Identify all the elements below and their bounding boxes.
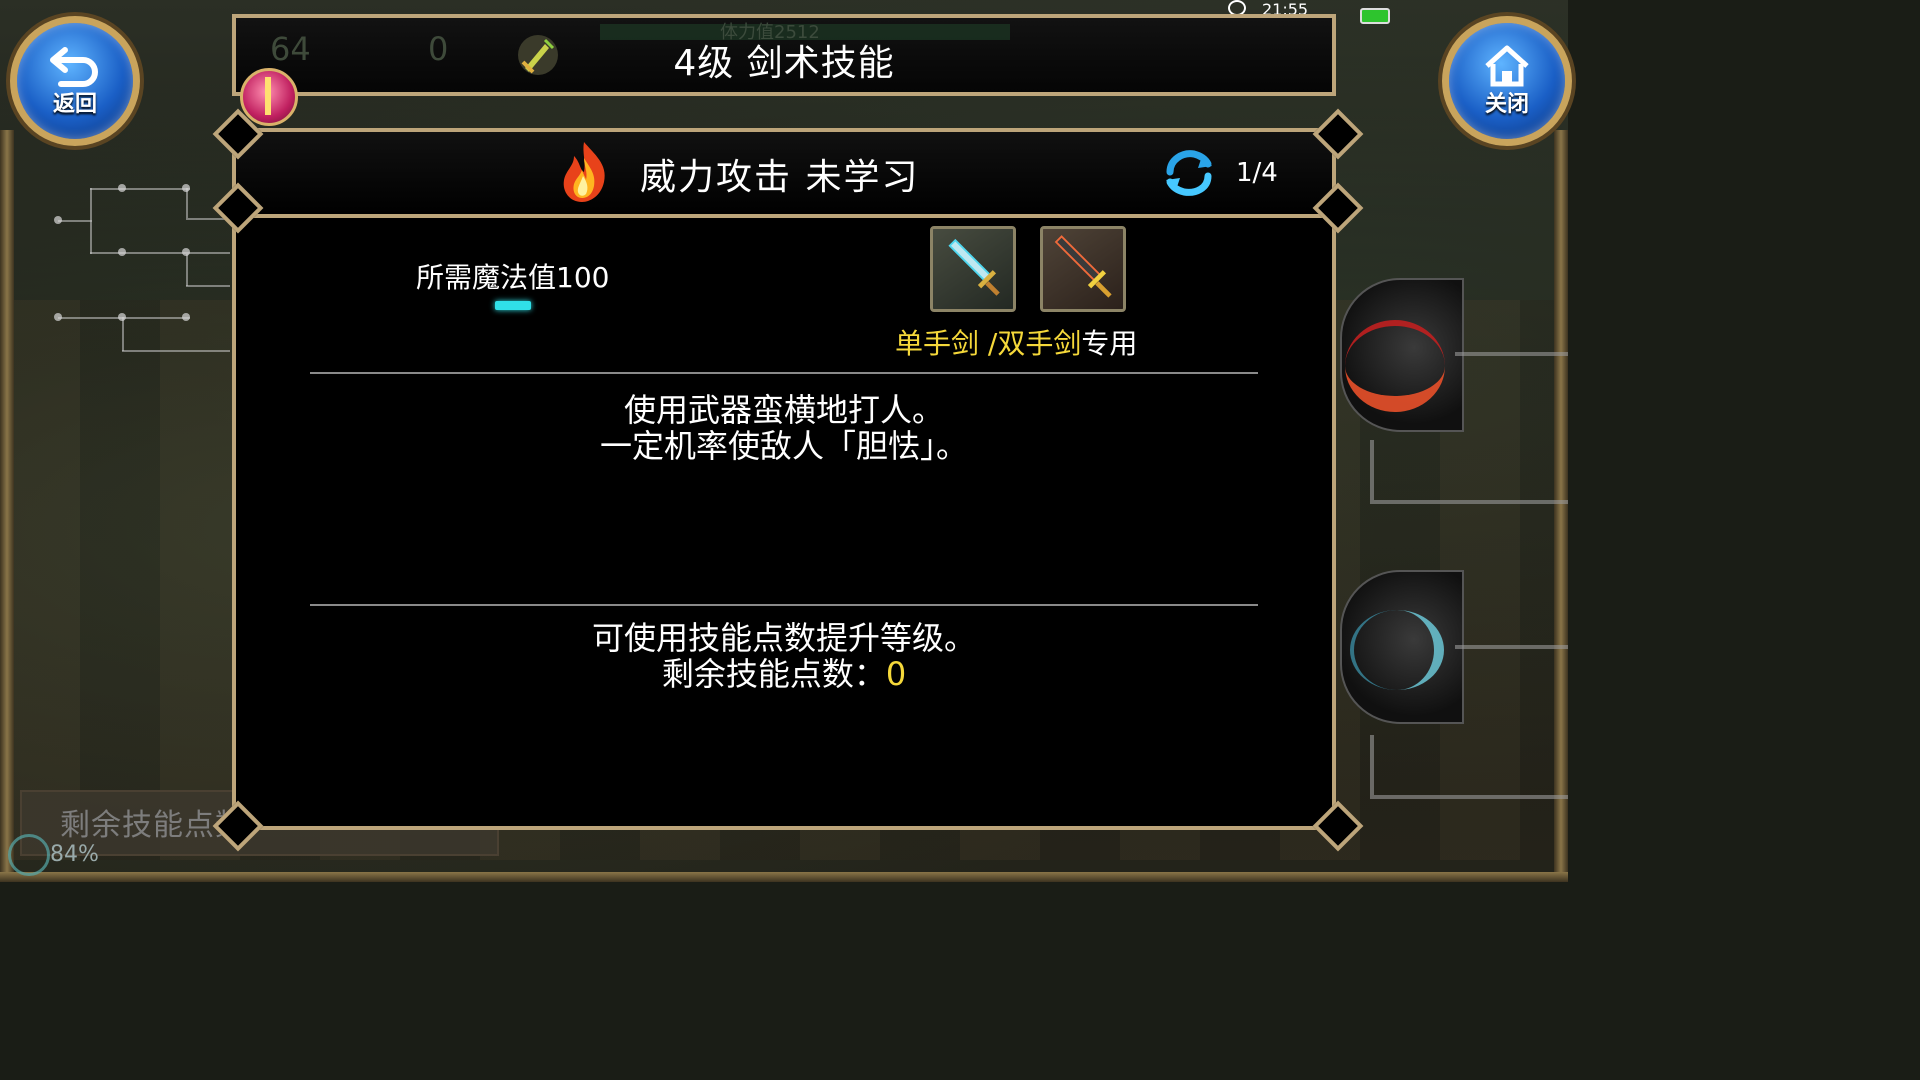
weapon-types: 单手剑 /双手剑 [895,327,1082,360]
gift-icon[interactable] [240,68,298,126]
tree-connector [1455,352,1568,356]
one-hand-sword-slot[interactable] [930,226,1016,312]
page-title: 4级 剑术技能 [673,43,895,84]
tree-connector [1370,500,1568,504]
close-button[interactable]: 关闭 [1442,16,1572,146]
tree-connector [1370,440,1374,500]
fire-skill-icon [563,142,605,202]
two-hand-sword-slot[interactable] [1040,226,1126,312]
weapon-requirement: 单手剑 /双手剑专用 [895,322,1137,362]
close-label: 关闭 [1484,92,1529,117]
page-indicator: 1/4 [1236,158,1278,188]
weapon-exclusive-suffix: 专用 [1081,327,1138,360]
mp-indicator-bar [495,301,531,310]
tree-connector [1370,735,1374,795]
remaining-points-value: 0 [885,655,907,693]
back-arrow-icon [50,47,98,87]
refresh-icon[interactable] [1162,148,1216,198]
background-frame-left [0,130,14,875]
tree-connector [1370,795,1568,799]
background-percent: 84% [50,842,99,867]
skill-description-line-2: 一定机率使敌人「胆怯」。 [599,427,968,465]
skill-name-status: 威力攻击 未学习 [640,157,920,198]
wind-wave-icon [1350,610,1444,690]
divider [310,604,1258,606]
remaining-points-label: 剩余技能点数： [661,655,886,693]
background-frame-bottom [0,872,1568,882]
battery-icon [1360,8,1390,24]
fire-slash-icon [1345,320,1445,412]
tree-connector [1455,645,1568,649]
one-hand-sword-icon [933,229,1013,309]
upgrade-hint: 可使用技能点数提升等级。 [591,619,976,657]
mp-required-label: 所需魔法值100 [416,261,610,294]
remaining-points: 剩余技能点数：0 [310,656,1258,692]
back-label: 返回 [52,92,97,117]
divider [310,372,1258,374]
skill-detail-dialog [232,128,1336,830]
two-hand-sword-icon [1043,229,1123,309]
skill-description-line-1: 使用武器蛮横地打人。 [623,391,944,429]
back-button[interactable]: 返回 [10,16,140,146]
progress-ring-icon [8,834,50,876]
home-icon [1485,45,1529,87]
